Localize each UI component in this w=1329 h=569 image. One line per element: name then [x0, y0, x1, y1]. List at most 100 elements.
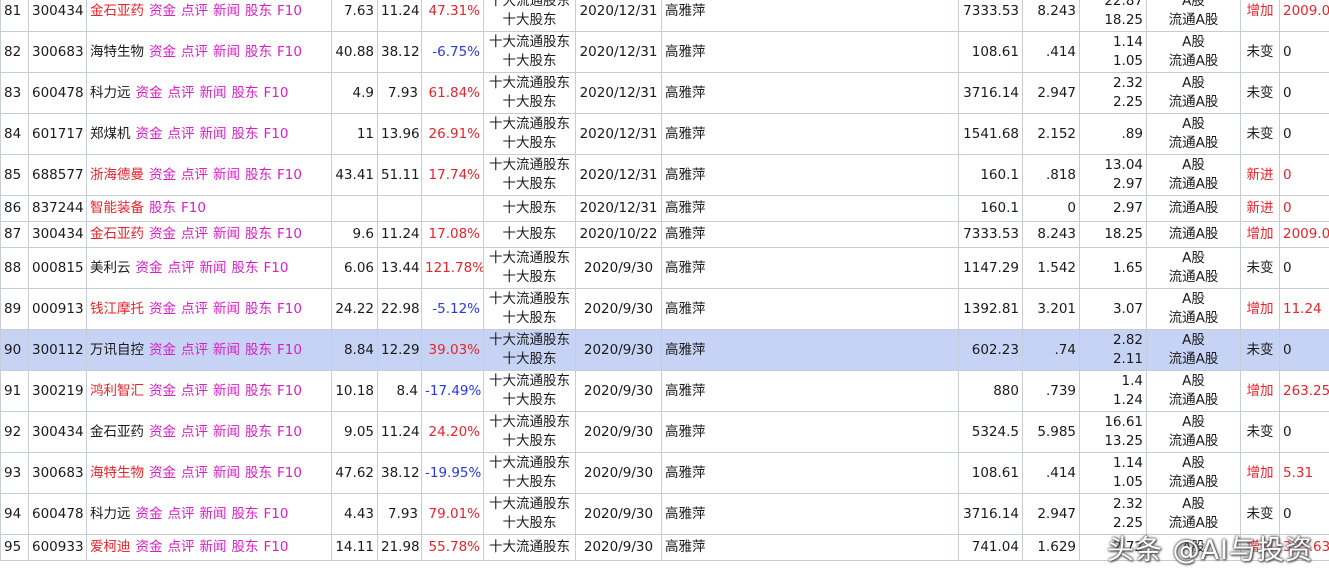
stock-link[interactable]: 点评 — [181, 342, 208, 358]
stock-link[interactable]: 股东 — [232, 506, 259, 522]
table-row[interactable]: 93 300683 海特生物 资金 点评 新闻 股东 F10 47.62 38.12 -19.95%… — [0, 452, 1329, 494]
stock-link[interactable]: 股东 — [245, 3, 272, 19]
table-row[interactable]: 87 300434 金石亚药 资金 点评 新闻 股东 F10 9.6 11.24 17.08% 十大股… — [0, 221, 1329, 248]
stock-link[interactable]: 新闻 — [200, 85, 227, 101]
stock-link[interactable]: 资金 — [136, 126, 163, 142]
status-cell: 新进 — [1240, 195, 1280, 222]
stock-link[interactable]: F10 — [264, 126, 289, 142]
stock-link[interactable]: F10 — [277, 226, 302, 242]
stock-link[interactable]: 新闻 — [200, 506, 227, 522]
stock-link[interactable]: 股东 — [245, 44, 272, 60]
stock-link[interactable]: 资金 — [149, 383, 176, 399]
stock-link[interactable]: F10 — [264, 539, 289, 555]
change-amount: 0 — [1283, 125, 1292, 142]
table-row[interactable]: 84 601717 郑煤机 资金 点评 新闻 股东 F10 11 13.96 26.91% 十大流通股… — [0, 113, 1329, 155]
stock-link[interactable]: 新闻 — [213, 424, 240, 440]
table-row[interactable]: 92 300434 金石亚药 资金 点评 新闻 股东 F10 9.05 11.24 24.20% 十大… — [0, 411, 1329, 453]
stock-link[interactable]: 资金 — [149, 465, 176, 481]
stock-link[interactable]: 股东 — [245, 465, 272, 481]
stock-link[interactable]: F10 — [264, 506, 289, 522]
stock-link[interactable]: 资金 — [149, 44, 176, 60]
stock-link[interactable]: 点评 — [181, 167, 208, 183]
stock-link[interactable]: F10 — [277, 3, 302, 19]
table-row[interactable]: 89 000913 钱江摩托 资金 点评 新闻 股东 F10 24.22 22.98 -5.12% 十… — [0, 288, 1329, 330]
stock-link[interactable]: F10 — [277, 424, 302, 440]
table-row[interactable]: 83 600478 科力远 资金 点评 新闻 股东 F10 4.9 7.93 61.84% 十大流通股… — [0, 72, 1329, 114]
float-ratio-cell: 1.14 1.05 — [1079, 31, 1147, 73]
stock-link[interactable]: F10 — [264, 85, 289, 101]
stock-link[interactable]: 资金 — [149, 167, 176, 183]
stock-link[interactable]: 股东 — [232, 539, 259, 555]
stock-link[interactable]: 股东 — [245, 301, 272, 317]
stock-link[interactable]: 资金 — [149, 301, 176, 317]
stock-link[interactable]: 点评 — [181, 465, 208, 481]
stock-link[interactable]: 点评 — [181, 301, 208, 317]
stock-link[interactable]: 点评 — [181, 44, 208, 60]
share-type: 流通A股 — [1168, 269, 1219, 285]
stock-link[interactable]: 点评 — [181, 3, 208, 19]
table-row[interactable]: 86 837244 智能装备 股东 F10 十大股东 2020/12/31 高雅萍 160.1 0… — [0, 195, 1329, 222]
stock-link[interactable]: F10 — [264, 260, 289, 276]
stock-link[interactable]: 股东 — [149, 200, 176, 216]
stock-link[interactable]: 新闻 — [200, 260, 227, 276]
stock-link[interactable]: 点评 — [181, 226, 208, 242]
stock-link[interactable]: 点评 — [168, 539, 195, 555]
stock-link[interactable]: F10 — [277, 465, 302, 481]
stock-link[interactable]: F10 — [277, 383, 302, 399]
stock-link[interactable]: 新闻 — [213, 226, 240, 242]
stock-link[interactable]: 新闻 — [213, 383, 240, 399]
stock-link[interactable]: 点评 — [168, 260, 195, 276]
watermark: 头条 @AI与投资 — [1106, 535, 1313, 566]
change-pct-cell: 17.08% — [421, 221, 484, 248]
stock-link[interactable]: 资金 — [149, 226, 176, 242]
stock-link[interactable]: 新闻 — [213, 301, 240, 317]
table-row[interactable]: 90 300112 万讯自控 资金 点评 新闻 股东 F10 8.84 12.29 39.03% 十大… — [0, 329, 1329, 371]
float-ratio-cell: 22.87 18.25 — [1079, 0, 1147, 32]
stock-link[interactable]: 资金 — [136, 85, 163, 101]
stock-link[interactable]: 资金 — [136, 506, 163, 522]
stock-link[interactable]: 点评 — [181, 383, 208, 399]
table-row[interactable]: 85 688577 浙海德曼 资金 点评 新闻 股东 F10 43.41 51.11 17.74% 十… — [0, 154, 1329, 196]
stock-link[interactable]: 资金 — [136, 539, 163, 555]
stock-link[interactable]: 点评 — [168, 126, 195, 142]
stock-link[interactable]: 新闻 — [213, 44, 240, 60]
stock-link[interactable]: 资金 — [149, 424, 176, 440]
stock-link[interactable]: F10 — [277, 44, 302, 60]
share-type: 流通A股 — [1168, 474, 1219, 490]
stock-link[interactable]: F10 — [181, 200, 206, 216]
stock-link[interactable]: 股东 — [245, 226, 272, 242]
stock-link[interactable]: 新闻 — [213, 465, 240, 481]
stock-link[interactable]: 点评 — [168, 506, 195, 522]
stock-link[interactable]: 股东 — [232, 85, 259, 101]
stock-link[interactable]: F10 — [277, 167, 302, 183]
stock-link[interactable]: 股东 — [245, 167, 272, 183]
stock-link[interactable]: 股东 — [245, 424, 272, 440]
stock-link[interactable]: 资金 — [149, 342, 176, 358]
stock-name-cell: 爱柯迪 资金 点评 新闻 股东 F10 — [86, 534, 332, 561]
stock-link[interactable]: 点评 — [168, 85, 195, 101]
stock-link[interactable]: 股东 — [232, 126, 259, 142]
holder-name: 高雅萍 — [665, 382, 706, 399]
stock-link[interactable]: F10 — [277, 342, 302, 358]
table-row[interactable]: 88 000815 美利云 资金 点评 新闻 股东 F10 6.06 13.44 121.78% 十大… — [0, 247, 1329, 289]
stock-link[interactable]: 新闻 — [200, 539, 227, 555]
stock-link[interactable]: 新闻 — [213, 167, 240, 183]
table-row[interactable]: 91 300219 鸿利智汇 资金 点评 新闻 股东 F10 10.18 8.4 -17.49% 十大… — [0, 370, 1329, 412]
table-row[interactable]: 82 300683 海特生物 资金 点评 新闻 股东 F10 40.88 38.12 -6.75% 十… — [0, 31, 1329, 73]
stock-name: 海特生物 — [90, 43, 144, 60]
table-row[interactable]: 81 300434 金石亚药 资金 点评 新闻 股东 F10 7.63 11.24 47.31% 十大… — [0, 0, 1329, 32]
stock-link[interactable]: 股东 — [232, 260, 259, 276]
holding-status: 未变 — [1246, 341, 1274, 358]
stock-link[interactable]: 资金 — [149, 3, 176, 19]
stock-link[interactable]: F10 — [277, 301, 302, 317]
stock-link[interactable]: 新闻 — [213, 3, 240, 19]
cost-cell: 7.93 — [377, 493, 422, 535]
stock-link[interactable]: 资金 — [136, 260, 163, 276]
stock-link[interactable]: 新闻 — [213, 342, 240, 358]
price-cell: 6.06 — [331, 247, 378, 289]
stock-link[interactable]: 点评 — [181, 424, 208, 440]
price-cell: 8.84 — [331, 329, 378, 371]
stock-link[interactable]: 股东 — [245, 342, 272, 358]
stock-link[interactable]: 新闻 — [200, 126, 227, 142]
stock-link[interactable]: 股东 — [245, 383, 272, 399]
